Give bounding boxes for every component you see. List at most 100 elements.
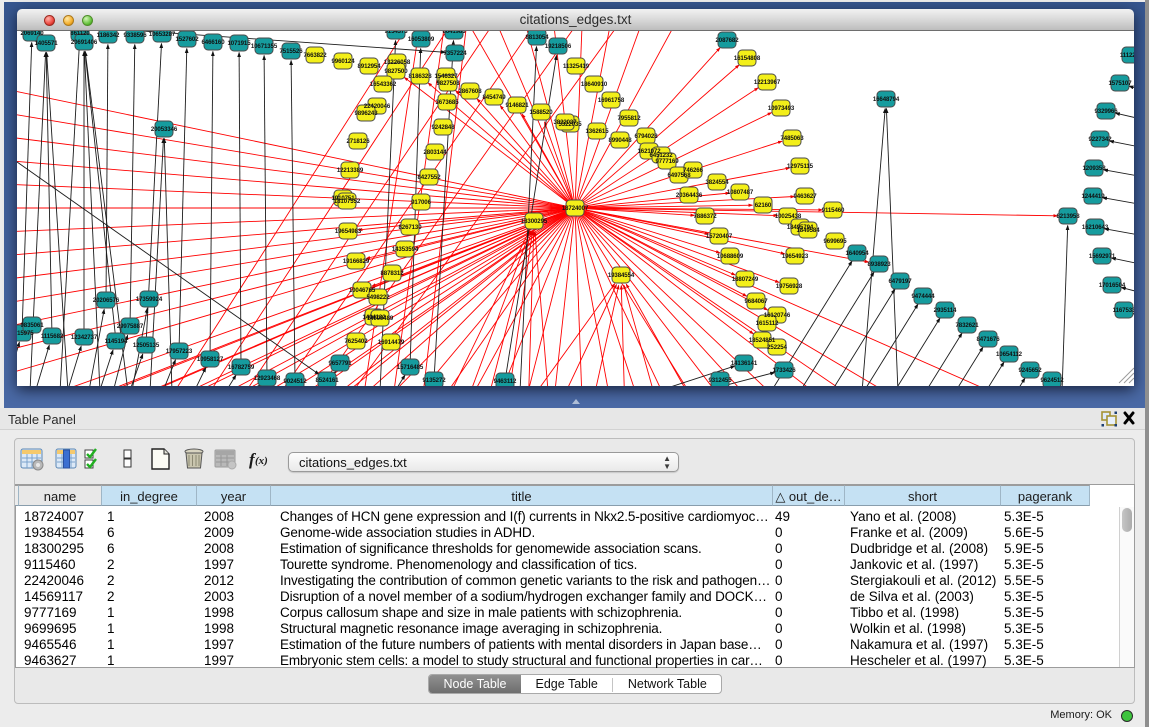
svg-text:9624512: 9624512 (1040, 377, 1064, 384)
svg-text:2935114: 2935114 (934, 307, 957, 314)
svg-text:9227342: 9227342 (1088, 136, 1112, 143)
svg-text:9657791: 9657791 (328, 360, 352, 367)
svg-text:16210643: 16210643 (1082, 224, 1109, 231)
svg-text:1588520: 1588520 (529, 109, 553, 116)
svg-text:15716485: 15716485 (397, 364, 424, 371)
svg-text:6794028: 6794028 (634, 133, 658, 140)
svg-text:8186328: 8186328 (408, 73, 432, 80)
svg-text:1527602: 1527602 (175, 36, 199, 43)
svg-text:9684067: 9684067 (744, 298, 768, 305)
svg-text:9312455: 9312455 (708, 377, 732, 384)
svg-text:22420046: 22420046 (364, 103, 391, 110)
svg-text:14353594: 14353594 (392, 246, 419, 253)
svg-text:9154373: 9154373 (384, 31, 408, 35)
svg-text:3824554: 3824554 (705, 179, 729, 186)
svg-text:12923468: 12923468 (254, 375, 281, 382)
svg-text:12975115: 12975115 (787, 163, 814, 170)
svg-text:9242848: 9242848 (431, 124, 455, 131)
svg-text:8454749: 8454749 (482, 94, 506, 101)
svg-text:2718126: 2718126 (346, 138, 370, 145)
svg-text:9024512: 9024512 (283, 378, 307, 385)
svg-text:18107552: 18107552 (334, 198, 361, 205)
svg-text:1244419: 1244419 (1081, 193, 1105, 200)
svg-text:7886372: 7886372 (693, 213, 717, 220)
svg-text:9115460: 9115460 (822, 207, 845, 214)
svg-text:1733426: 1733426 (772, 367, 796, 374)
svg-text:1112287: 1112287 (1120, 52, 1134, 59)
svg-text:7515526: 7515526 (279, 48, 303, 55)
svg-text:6479197: 6479197 (888, 278, 912, 285)
svg-text:19384554: 19384554 (608, 272, 635, 279)
svg-text:19756928: 19756928 (776, 283, 803, 290)
svg-text:20206576: 20206576 (93, 297, 120, 304)
svg-text:9463627: 9463627 (793, 193, 817, 200)
svg-text:7357224: 7357224 (443, 50, 467, 57)
svg-text:9146821: 9146821 (505, 102, 529, 109)
svg-text:9835061: 9835061 (20, 322, 44, 329)
svg-text:13226058: 13226058 (384, 59, 411, 66)
svg-text:17359924: 17359924 (136, 296, 163, 303)
svg-text:19218506: 19218506 (545, 43, 572, 50)
svg-text:6466160: 6466160 (201, 39, 225, 46)
svg-text:16543362: 16543362 (370, 81, 397, 88)
svg-text:1546327: 1546327 (434, 73, 458, 80)
svg-text:14099489: 14099489 (367, 315, 394, 322)
svg-text:1071915: 1071915 (227, 40, 251, 47)
svg-text:14136141: 14136141 (731, 360, 758, 367)
svg-text:8213958: 8213958 (1056, 213, 1080, 220)
svg-text:16648794: 16648794 (873, 96, 900, 103)
svg-text:10671355: 10671355 (251, 43, 278, 50)
svg-text:(x): (x) (255, 455, 268, 467)
svg-text:11325419: 11325419 (563, 63, 590, 70)
svg-text:9135272: 9135272 (422, 377, 446, 384)
svg-text:2803144: 2803144 (423, 149, 447, 156)
svg-text:10046765: 10046765 (349, 287, 376, 294)
svg-text:10688609: 10688609 (717, 253, 744, 260)
svg-text:9777169: 9777169 (655, 158, 679, 165)
svg-text:10958127: 10958127 (197, 356, 224, 363)
svg-text:19654983: 19654983 (335, 228, 362, 235)
svg-text:62160: 62160 (755, 202, 772, 209)
svg-text:9474444: 9474444 (911, 293, 935, 300)
svg-text:8641983: 8641983 (442, 31, 466, 35)
svg-text:7625402: 7625402 (344, 338, 368, 345)
svg-text:10654112: 10654112 (996, 351, 1023, 358)
svg-text:1186342: 1186342 (97, 32, 120, 39)
svg-text:8938923: 8938923 (867, 261, 891, 268)
svg-text:18807249: 18807249 (732, 276, 759, 283)
svg-text:10973493: 10973493 (768, 105, 795, 112)
svg-text:861120: 861120 (70, 31, 90, 37)
svg-text:7832621: 7832621 (955, 322, 979, 329)
svg-text:18640910: 18640910 (581, 81, 608, 88)
svg-text:8878312: 8878312 (380, 270, 404, 277)
svg-text:8427552: 8427552 (417, 174, 441, 181)
svg-text:9463112: 9463112 (494, 378, 517, 385)
svg-text:746266: 746266 (683, 167, 703, 174)
svg-text:2867608: 2867608 (458, 88, 482, 95)
svg-text:7955812: 7955812 (617, 115, 641, 122)
svg-text:7485063: 7485063 (780, 135, 804, 142)
svg-text:20691406: 20691406 (71, 39, 98, 46)
svg-text:1209358: 1209358 (1082, 165, 1106, 172)
svg-text:1115682: 1115682 (41, 333, 64, 340)
svg-text:20053346: 20053346 (151, 126, 178, 133)
svg-text:1362615: 1362615 (585, 128, 609, 135)
svg-text:5498222: 5498222 (366, 294, 390, 301)
svg-text:16961758: 16961758 (598, 97, 625, 104)
svg-text:16782759: 16782759 (228, 364, 255, 371)
svg-text:3673685: 3673685 (435, 99, 459, 106)
svg-text:8912954: 8912954 (357, 63, 381, 70)
svg-text:10807487: 10807487 (727, 189, 754, 196)
svg-text:1615112: 1615112 (756, 320, 779, 327)
svg-text:252254: 252254 (767, 344, 787, 351)
svg-text:9329966: 9329966 (1094, 108, 1118, 115)
svg-text:19654923: 19654923 (782, 253, 809, 260)
svg-text:1167533: 1167533 (1113, 307, 1134, 314)
svg-text:18724007: 18724007 (562, 205, 589, 212)
svg-text:18300295: 18300295 (521, 218, 548, 225)
svg-text:8267130: 8267130 (398, 224, 422, 231)
svg-text:9960124: 9960124 (331, 58, 355, 65)
svg-text:12342737: 12342737 (71, 334, 98, 341)
svg-text:17957223: 17957223 (166, 348, 193, 355)
svg-text:18524851: 18524851 (749, 337, 776, 344)
